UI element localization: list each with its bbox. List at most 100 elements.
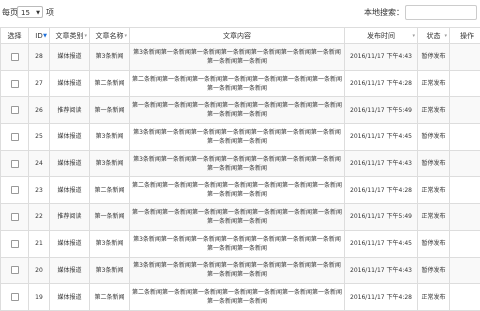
row-select-cell xyxy=(1,284,29,311)
row-checkbox[interactable] xyxy=(11,133,19,141)
cell-time: 2016/11/17 下午4:43 xyxy=(345,257,418,284)
cell-actions xyxy=(450,230,480,257)
cell-actions xyxy=(450,44,480,71)
cell-time: 2016/11/17 下午4:28 xyxy=(345,177,418,204)
search-input[interactable] xyxy=(405,5,477,20)
cell-id: 28 xyxy=(29,44,50,71)
row-select-cell xyxy=(1,177,29,204)
col-header-select: 选择 xyxy=(1,28,29,44)
cell-actions xyxy=(450,257,480,284)
cell-status: 暂停发布 xyxy=(418,230,450,257)
table-row: 25媒体报道第3条新闻第3条新闻第一条新闻第一条新闻第一条新闻第一条新闻第一条新… xyxy=(1,124,480,151)
cell-time: 2016/11/17 下午5:49 xyxy=(345,204,418,231)
cell-title: 第3条新闻 xyxy=(90,150,130,177)
cell-content: 第3条新闻第一条新闻第一条新闻第一条新闻第一条新闻第一条新闻第一条新闻第一条新闻… xyxy=(130,44,345,71)
cell-content: 第3条新闻第一条新闻第一条新闻第一条新闻第一条新闻第一条新闻第一条新闻第一条新闻… xyxy=(130,257,345,284)
col-header-id[interactable]: ID▼ xyxy=(29,28,50,44)
row-select-cell xyxy=(1,70,29,97)
chevron-down-icon: ▼ xyxy=(36,7,40,19)
row-checkbox[interactable] xyxy=(11,266,19,274)
cell-title: 第二条新闻 xyxy=(90,177,130,204)
row-checkbox[interactable] xyxy=(11,213,19,221)
table-row: 24媒体报道第3条新闻第3条新闻第一条新闻第一条新闻第一条新闻第一条新闻第一条新… xyxy=(1,150,480,177)
row-select-cell xyxy=(1,97,29,124)
cell-id: 22 xyxy=(29,204,50,231)
cell-category: 推荐阅读 xyxy=(50,97,90,124)
cell-status: 暂停发布 xyxy=(418,44,450,71)
cell-time: 2016/11/17 下午4:45 xyxy=(345,230,418,257)
cell-content: 第二条新闻第一条新闻第一条新闻第一条新闻第一条新闻第一条新闻第一条新闻第一条新闻… xyxy=(130,284,345,311)
cell-category: 媒体报道 xyxy=(50,257,90,284)
cell-content: 第3条新闻第一条新闻第一条新闻第一条新闻第一条新闻第一条新闻第一条新闻第一条新闻… xyxy=(130,230,345,257)
cell-status: 正常发布 xyxy=(418,284,450,311)
row-select-cell xyxy=(1,204,29,231)
cell-actions xyxy=(450,150,480,177)
cell-content: 第3条新闻第一条新闻第一条新闻第一条新闻第一条新闻第一条新闻第一条新闻第一条新闻… xyxy=(130,150,345,177)
cell-title: 第二条新闻 xyxy=(90,284,130,311)
cell-id: 26 xyxy=(29,97,50,124)
col-header-category[interactable]: 文章类别▾ xyxy=(50,28,90,44)
cell-category: 媒体报道 xyxy=(50,124,90,151)
row-checkbox[interactable] xyxy=(11,160,19,168)
cell-content: 第3条新闻第一条新闻第一条新闻第一条新闻第一条新闻第一条新闻第一条新闻第一条新闻… xyxy=(130,124,345,151)
table-row: 27媒体报道第二条新闻第二条新闻第一条新闻第一条新闻第一条新闻第一条新闻第一条新… xyxy=(1,70,480,97)
cell-id: 25 xyxy=(29,124,50,151)
cell-time: 2016/11/17 下午4:28 xyxy=(345,70,418,97)
row-checkbox[interactable] xyxy=(11,106,19,114)
cell-actions xyxy=(450,177,480,204)
row-checkbox[interactable] xyxy=(11,80,19,88)
cell-status: 正常发布 xyxy=(418,70,450,97)
cell-id: 24 xyxy=(29,150,50,177)
cell-title: 第二条新闻 xyxy=(90,70,130,97)
search-label: 本地搜索： xyxy=(364,8,404,18)
table-toolbar: 每页 15 ▼ 项 本地搜索： xyxy=(0,0,480,27)
cell-time: 2016/11/17 下午4:28 xyxy=(345,284,418,311)
row-checkbox[interactable] xyxy=(11,240,19,248)
table-row: 26推荐阅读第一条新闻第一条新闻第一条新闻第一条新闻第一条新闻第一条新闻第一条新… xyxy=(1,97,480,124)
cell-title: 第3条新闻 xyxy=(90,124,130,151)
page-size-value: 15 xyxy=(21,9,30,17)
cell-title: 第一条新闻 xyxy=(90,97,130,124)
page-size-select[interactable]: 15 ▼ xyxy=(17,6,43,18)
cell-status: 正常发布 xyxy=(418,97,450,124)
table-row: 23媒体报道第二条新闻第二条新闻第一条新闻第一条新闻第一条新闻第一条新闻第一条新… xyxy=(1,177,480,204)
per-page-label: 每页 xyxy=(2,8,18,18)
cell-id: 23 xyxy=(29,177,50,204)
sort-icon: ▾ xyxy=(124,33,127,39)
row-select-cell xyxy=(1,150,29,177)
cell-actions xyxy=(450,284,480,311)
row-select-cell xyxy=(1,124,29,151)
row-select-cell xyxy=(1,44,29,71)
row-checkbox[interactable] xyxy=(11,53,19,61)
cell-title: 第3条新闻 xyxy=(90,44,130,71)
cell-time: 2016/11/17 下午4:45 xyxy=(345,124,418,151)
sort-icon: ▾ xyxy=(444,33,447,39)
col-header-content[interactable]: 文章内容 xyxy=(130,28,345,44)
cell-status: 正常发布 xyxy=(418,204,450,231)
cell-status: 暂停发布 xyxy=(418,257,450,284)
cell-content: 第二条新闻第一条新闻第一条新闻第一条新闻第一条新闻第一条新闻第一条新闻第一条新闻… xyxy=(130,177,345,204)
cell-status: 正常发布 xyxy=(418,177,450,204)
cell-title: 第3条新闻 xyxy=(90,257,130,284)
cell-time: 2016/11/17 下午4:43 xyxy=(345,150,418,177)
col-header-title[interactable]: 文章名称▾ xyxy=(90,28,130,44)
cell-actions xyxy=(450,97,480,124)
row-select-cell xyxy=(1,257,29,284)
cell-title: 第一条新闻 xyxy=(90,204,130,231)
cell-content: 第一条新闻第一条新闻第一条新闻第一条新闻第一条新闻第一条新闻第一条新闻第一条新闻… xyxy=(130,204,345,231)
cell-id: 27 xyxy=(29,70,50,97)
col-header-time[interactable]: 发布时间▾ xyxy=(345,28,418,44)
cell-actions xyxy=(450,70,480,97)
cell-category: 推荐阅读 xyxy=(50,204,90,231)
col-header-status[interactable]: 状态▾ xyxy=(418,28,450,44)
cell-id: 20 xyxy=(29,257,50,284)
cell-content: 第一条新闻第一条新闻第一条新闻第一条新闻第一条新闻第一条新闻第一条新闻第一条新闻… xyxy=(130,97,345,124)
cell-category: 媒体报道 xyxy=(50,230,90,257)
cell-category: 媒体报道 xyxy=(50,284,90,311)
row-select-cell xyxy=(1,230,29,257)
cell-time: 2016/11/17 下午5:49 xyxy=(345,97,418,124)
cell-status: 暂停发布 xyxy=(418,124,450,151)
cell-status: 暂停发布 xyxy=(418,150,450,177)
row-checkbox[interactable] xyxy=(11,186,19,194)
cell-category: 媒体报道 xyxy=(50,44,90,71)
